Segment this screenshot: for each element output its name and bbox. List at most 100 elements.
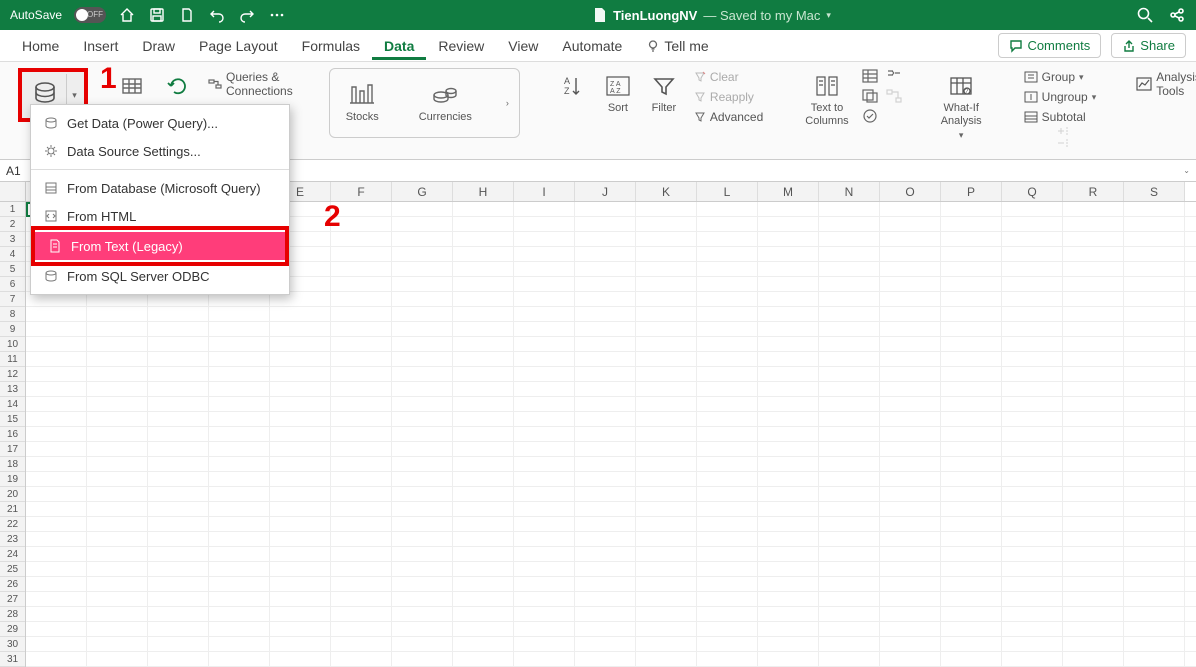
cell[interactable] xyxy=(1124,337,1185,351)
cell[interactable] xyxy=(880,292,941,306)
cell[interactable] xyxy=(758,502,819,516)
cell[interactable] xyxy=(819,307,880,321)
cell[interactable] xyxy=(819,472,880,486)
cell[interactable] xyxy=(453,412,514,426)
cell[interactable] xyxy=(819,247,880,261)
cell[interactable] xyxy=(331,652,392,666)
cell[interactable] xyxy=(392,292,453,306)
cell[interactable] xyxy=(575,277,636,291)
cell[interactable] xyxy=(270,517,331,531)
column-header[interactable]: I xyxy=(514,182,575,201)
cell[interactable] xyxy=(758,562,819,576)
cell[interactable] xyxy=(331,322,392,336)
data-types-gallery[interactable]: Stocks Currencies › xyxy=(329,68,520,138)
cell[interactable] xyxy=(575,517,636,531)
cell[interactable] xyxy=(331,487,392,501)
cell[interactable] xyxy=(514,652,575,666)
cell[interactable] xyxy=(880,322,941,336)
cell[interactable] xyxy=(148,487,209,501)
cell[interactable] xyxy=(819,442,880,456)
cell[interactable] xyxy=(26,517,87,531)
cell[interactable] xyxy=(1002,592,1063,606)
cell[interactable] xyxy=(87,487,148,501)
cell[interactable] xyxy=(392,547,453,561)
cell[interactable] xyxy=(453,622,514,636)
cell[interactable] xyxy=(1002,472,1063,486)
cell[interactable] xyxy=(331,532,392,546)
cell[interactable] xyxy=(758,232,819,246)
cell[interactable] xyxy=(26,502,87,516)
cell[interactable] xyxy=(392,442,453,456)
currencies-button[interactable]: Currencies xyxy=(413,77,478,128)
cell[interactable] xyxy=(575,337,636,351)
cell[interactable] xyxy=(331,637,392,651)
cell[interactable] xyxy=(819,352,880,366)
cell[interactable] xyxy=(148,412,209,426)
cell[interactable] xyxy=(270,652,331,666)
undo-icon[interactable] xyxy=(208,6,226,24)
menu-data-source-settings[interactable]: Data Source Settings... xyxy=(31,137,289,165)
cell[interactable] xyxy=(87,652,148,666)
column-header[interactable]: F xyxy=(331,182,392,201)
cell[interactable] xyxy=(636,487,697,501)
cell[interactable] xyxy=(636,307,697,321)
row-header[interactable]: 20 xyxy=(0,487,25,502)
cell[interactable] xyxy=(1002,517,1063,531)
cell[interactable] xyxy=(636,232,697,246)
cell[interactable] xyxy=(87,412,148,426)
cell[interactable] xyxy=(880,442,941,456)
cell[interactable] xyxy=(148,592,209,606)
cell[interactable] xyxy=(1124,472,1185,486)
cell[interactable] xyxy=(758,217,819,231)
cell[interactable] xyxy=(209,352,270,366)
cell[interactable] xyxy=(941,472,1002,486)
cell[interactable] xyxy=(880,232,941,246)
cell[interactable] xyxy=(87,382,148,396)
cell[interactable] xyxy=(1002,367,1063,381)
column-header[interactable]: J xyxy=(575,182,636,201)
cell[interactable] xyxy=(941,412,1002,426)
cell[interactable] xyxy=(453,652,514,666)
cell[interactable] xyxy=(941,427,1002,441)
cell[interactable] xyxy=(880,247,941,261)
cell[interactable] xyxy=(392,592,453,606)
cell[interactable] xyxy=(880,622,941,636)
cell[interactable] xyxy=(26,547,87,561)
cell[interactable] xyxy=(697,547,758,561)
formula-expand-icon[interactable]: ⌄ xyxy=(1177,166,1196,175)
cell[interactable] xyxy=(1002,307,1063,321)
cell[interactable] xyxy=(87,457,148,471)
cell[interactable] xyxy=(636,412,697,426)
cell[interactable] xyxy=(209,547,270,561)
cell[interactable] xyxy=(819,562,880,576)
cell[interactable] xyxy=(514,532,575,546)
cell[interactable] xyxy=(941,592,1002,606)
cell[interactable] xyxy=(1124,622,1185,636)
cell[interactable] xyxy=(697,202,758,216)
cell[interactable] xyxy=(26,397,87,411)
cell[interactable] xyxy=(392,307,453,321)
row-header[interactable]: 18 xyxy=(0,457,25,472)
row-header[interactable]: 31 xyxy=(0,652,25,667)
cell[interactable] xyxy=(1002,652,1063,666)
cell[interactable] xyxy=(636,322,697,336)
cell[interactable] xyxy=(758,457,819,471)
cell[interactable] xyxy=(941,607,1002,621)
consolidate-icon[interactable] xyxy=(885,68,903,84)
cell[interactable] xyxy=(941,322,1002,336)
cell[interactable] xyxy=(87,352,148,366)
cell[interactable] xyxy=(514,337,575,351)
cell[interactable] xyxy=(941,292,1002,306)
cell[interactable] xyxy=(148,547,209,561)
cell[interactable] xyxy=(880,382,941,396)
cell[interactable] xyxy=(453,247,514,261)
cell[interactable] xyxy=(87,622,148,636)
menu-from-sql-server[interactable]: From SQL Server ODBC xyxy=(31,262,289,290)
cell[interactable] xyxy=(514,622,575,636)
cell[interactable] xyxy=(392,562,453,576)
cell[interactable] xyxy=(880,592,941,606)
cell[interactable] xyxy=(514,637,575,651)
cell[interactable] xyxy=(636,217,697,231)
cell[interactable] xyxy=(697,412,758,426)
cell[interactable] xyxy=(331,547,392,561)
